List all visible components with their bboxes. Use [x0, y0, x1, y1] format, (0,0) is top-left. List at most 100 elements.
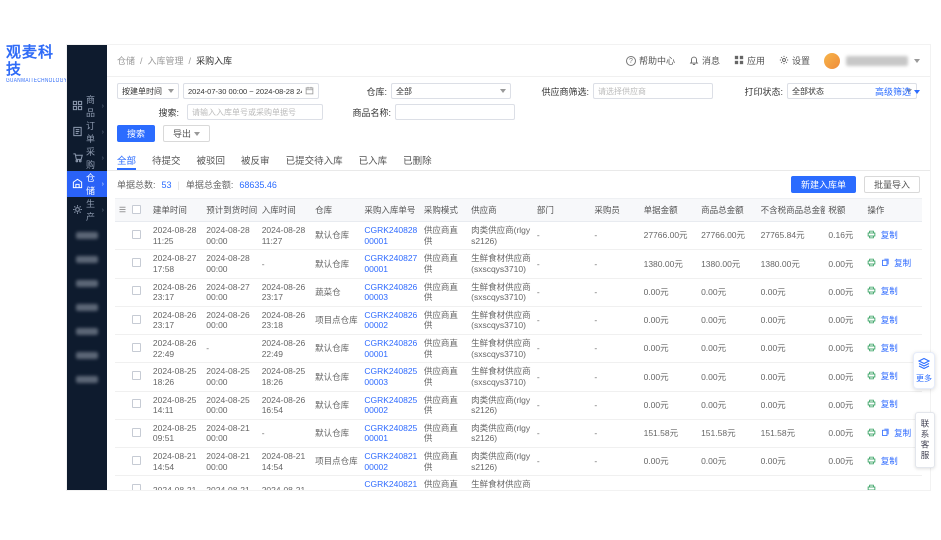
select-all-checkbox[interactable] — [132, 205, 141, 214]
cell-tax: 0.00元 — [825, 250, 864, 278]
create-inbound-button[interactable]: 新建入库单 — [791, 176, 856, 193]
cell-expand[interactable] — [115, 476, 129, 490]
messages-button[interactable]: 消息 — [689, 54, 720, 67]
sidebar-item-redacted[interactable] — [67, 271, 107, 295]
supplier-filter-input[interactable] — [598, 87, 708, 96]
copy-link[interactable]: 复制 — [881, 399, 898, 409]
order-no-link[interactable]: CGRK24082500002 — [364, 395, 417, 416]
sidebar-item-redacted[interactable] — [67, 223, 107, 247]
batch-import-button[interactable]: 批量导入 — [864, 176, 920, 193]
print-icon[interactable] — [867, 484, 876, 490]
sidebar-item-orders[interactable]: 订单 › — [67, 119, 107, 145]
copy-link[interactable]: 复制 — [881, 286, 898, 296]
print-icon[interactable] — [867, 230, 876, 242]
row-checkbox[interactable] — [132, 484, 141, 490]
user-menu-caret-icon[interactable] — [914, 59, 920, 63]
sidebar-item-production[interactable]: 生产 › — [67, 197, 107, 223]
sidebar-item-redacted[interactable] — [67, 295, 107, 319]
export-button[interactable]: 导出 — [163, 125, 210, 142]
status-tab[interactable]: 被驳回 — [197, 151, 226, 170]
copy-link[interactable]: 复制 — [894, 258, 911, 268]
print-icon[interactable] — [867, 315, 876, 327]
sidebar-item-warehouse[interactable]: 仓储 › — [67, 171, 107, 197]
copy-link[interactable]: 复制 — [881, 230, 898, 240]
advanced-filter-link[interactable]: 高级筛选 — [875, 85, 920, 98]
order-no-link[interactable]: CGRK24082600001 — [364, 338, 417, 359]
time-type-select[interactable]: 按建单时间 — [117, 83, 179, 99]
cell-inbound: - — [259, 250, 312, 278]
order-no-link[interactable]: CGRK24082100002 — [364, 451, 417, 472]
row-checkbox[interactable] — [132, 371, 141, 380]
sidebar-item-redacted[interactable] — [67, 247, 107, 271]
breadcrumb-item[interactable]: 仓储 — [117, 54, 135, 67]
cell-warehouse: 蔬菜仓 — [312, 278, 361, 306]
cell-expand[interactable] — [115, 363, 129, 391]
copy-link[interactable]: 复制 — [881, 343, 898, 353]
user-avatar[interactable] — [824, 53, 840, 69]
row-checkbox[interactable] — [132, 456, 141, 465]
row-checkbox[interactable] — [132, 399, 141, 408]
cell-expand[interactable] — [115, 250, 129, 278]
warehouse-select[interactable]: 全部 — [391, 83, 511, 99]
settings-button[interactable]: 设置 — [779, 54, 810, 67]
contact-support-tab[interactable]: 联系客服 — [915, 412, 935, 468]
cell-expand[interactable] — [115, 306, 129, 334]
row-checkbox[interactable] — [132, 230, 141, 239]
date-range-picker[interactable]: 2024-07-30 00:00 ~ 2024-08-28 24:00 — [183, 83, 319, 99]
breadcrumb-item[interactable]: 入库管理 — [148, 54, 184, 67]
sidebar-item-purchasing[interactable]: 采购 › — [67, 145, 107, 171]
sidebar-item-redacted[interactable] — [67, 367, 107, 391]
row-checkbox[interactable] — [132, 286, 141, 295]
help-center-button[interactable]: ? 帮助中心 — [626, 54, 675, 67]
cell-expected: 2024-08-28 00:00 — [203, 222, 258, 250]
print-icon[interactable] — [867, 286, 876, 298]
order-no-link[interactable]: CGRK24082500003 — [364, 366, 417, 387]
cell-expand[interactable] — [115, 222, 129, 250]
sidebar-item-products[interactable]: 商品 › — [67, 93, 107, 119]
copy-link[interactable]: 复制 — [894, 428, 911, 438]
row-checkbox[interactable] — [132, 315, 141, 324]
status-tab[interactable]: 已提交待入库 — [286, 151, 343, 170]
cell-expand[interactable] — [115, 335, 129, 363]
order-no-link[interactable]: CGRK24082800001 — [364, 225, 417, 246]
cell-mode: 供应商直供 — [421, 222, 468, 250]
order-no-link[interactable]: CGRK24082600002 — [364, 310, 417, 331]
row-checkbox[interactable] — [132, 428, 141, 437]
status-tab[interactable]: 已删除 — [403, 151, 432, 170]
print-icon[interactable] — [867, 399, 876, 411]
status-tab[interactable]: 待提交 — [152, 151, 181, 170]
search-button[interactable]: 搜索 — [117, 125, 155, 142]
copy-link[interactable]: 复制 — [881, 315, 898, 325]
order-no-link[interactable]: CGRK24082100001 — [364, 479, 417, 490]
copy-link[interactable]: 复制 — [881, 456, 898, 466]
sidebar-item-redacted[interactable] — [67, 343, 107, 367]
copy-link[interactable]: 复制 — [881, 371, 898, 381]
status-tab[interactable]: 已入库 — [359, 151, 388, 170]
cell-expand[interactable] — [115, 278, 129, 306]
status-tab[interactable]: 全部 — [117, 151, 136, 170]
print-icon[interactable] — [867, 428, 876, 440]
row-checkbox[interactable] — [132, 343, 141, 352]
order-no-link[interactable]: CGRK24082600003 — [364, 282, 417, 303]
share-icon[interactable] — [881, 258, 890, 270]
cell-expand[interactable] — [115, 391, 129, 419]
share-icon[interactable] — [881, 428, 890, 440]
print-icon[interactable] — [867, 371, 876, 383]
cell-goods-total: 27766.00元 — [698, 222, 758, 250]
apps-button[interactable]: 应用 — [734, 54, 765, 67]
more-widget-button[interactable]: 更多 — [913, 352, 935, 389]
cell-notax-total: 0.00元 — [758, 391, 826, 419]
order-no-link[interactable]: CGRK24082500001 — [364, 423, 417, 444]
order-no-link[interactable]: CGRK24082700001 — [364, 253, 417, 274]
print-icon[interactable] — [867, 456, 876, 468]
cell-expand[interactable] — [115, 448, 129, 476]
print-icon[interactable] — [867, 343, 876, 355]
sidebar-item-redacted[interactable] — [67, 319, 107, 343]
row-checkbox[interactable] — [132, 258, 141, 267]
status-tab[interactable]: 被反审 — [241, 151, 270, 170]
print-icon[interactable] — [867, 258, 876, 270]
search-input[interactable] — [192, 108, 318, 117]
cell-expand[interactable] — [115, 419, 129, 447]
expand-all-header[interactable] — [115, 199, 129, 222]
product-name-input[interactable] — [400, 108, 510, 117]
